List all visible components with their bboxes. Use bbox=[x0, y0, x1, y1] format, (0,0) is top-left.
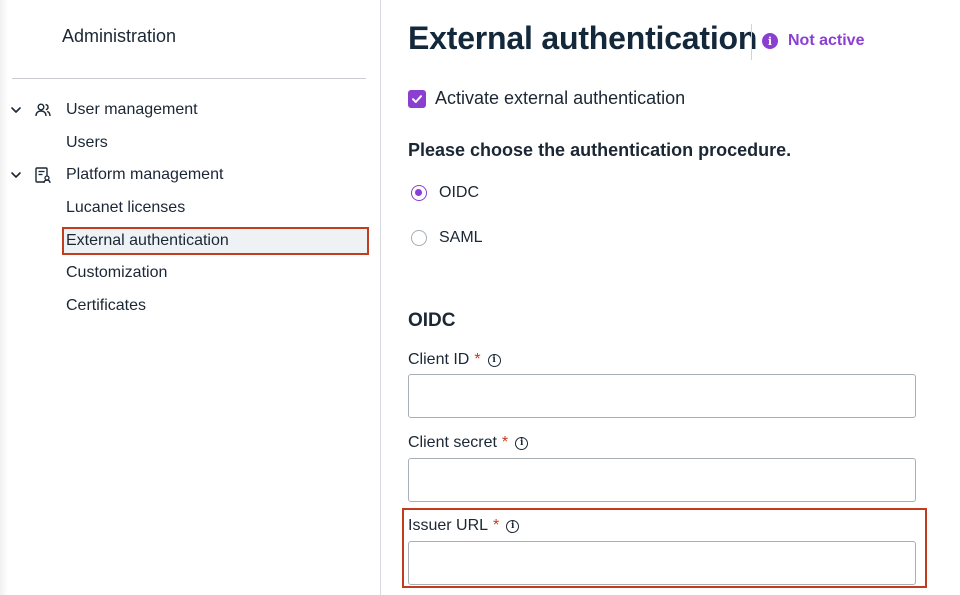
radio-button-selected[interactable] bbox=[411, 185, 427, 201]
info-icon: i bbox=[762, 33, 778, 49]
activate-label: Activate external authentication bbox=[435, 88, 686, 108]
activate-external-auth-checkbox[interactable]: Activate external authentication bbox=[408, 88, 685, 109]
required-asterisk: * bbox=[501, 434, 509, 451]
field-label-text: Issuer URL bbox=[408, 517, 489, 534]
radio-saml[interactable]: SAML bbox=[411, 229, 483, 247]
sidebar-shadow bbox=[0, 0, 8, 595]
sidebar-divider bbox=[12, 78, 366, 79]
checkmark-icon bbox=[412, 94, 422, 103]
info-icon[interactable]: i bbox=[487, 353, 501, 367]
chevron-down-icon[interactable] bbox=[9, 168, 23, 182]
client-secret-label: Client secret * i bbox=[408, 434, 529, 452]
status-text: Not active bbox=[788, 32, 865, 49]
checkbox-checked[interactable] bbox=[408, 89, 426, 108]
sidebar-item-certificates[interactable]: Certificates bbox=[62, 292, 369, 320]
client-id-label: Client ID * i bbox=[408, 351, 501, 369]
sidebar-title: Administration bbox=[62, 26, 177, 46]
issuer-url-label: Issuer URL * i bbox=[408, 517, 520, 535]
field-label-text: Client secret bbox=[408, 434, 497, 451]
required-asterisk: * bbox=[474, 351, 481, 368]
title-separator bbox=[751, 24, 752, 60]
sidebar-item-users[interactable]: Users bbox=[62, 129, 369, 157]
radio-label: SAML bbox=[439, 229, 483, 246]
issuer-url-input[interactable] bbox=[408, 541, 916, 585]
sidebar-item-lucanet-licenses[interactable]: Lucanet licenses bbox=[62, 194, 369, 222]
radio-button[interactable] bbox=[411, 230, 427, 246]
oidc-section-title: OIDC bbox=[408, 310, 456, 331]
radio-label: OIDC bbox=[439, 184, 479, 201]
page-title: External authentication bbox=[408, 20, 758, 56]
required-asterisk: * bbox=[493, 517, 500, 534]
sidebar-item-customization[interactable]: Customization bbox=[62, 259, 369, 287]
sidebar-item-external-authentication[interactable]: External authentication bbox=[62, 227, 369, 255]
sidebar-group-label: Platform management bbox=[66, 166, 224, 183]
sidebar-group-label: User management bbox=[66, 101, 198, 118]
sidebar: Administration User management Users Pla… bbox=[0, 0, 381, 595]
field-label-text: Client ID bbox=[408, 351, 470, 368]
info-icon[interactable]: i bbox=[515, 436, 529, 450]
client-id-input[interactable] bbox=[408, 374, 916, 418]
procedure-question: Please choose the authentication procedu… bbox=[408, 140, 792, 160]
status-badge: i Not active bbox=[762, 32, 864, 50]
radio-oidc[interactable]: OIDC bbox=[411, 184, 479, 202]
platform-settings-icon bbox=[35, 167, 51, 184]
client-secret-input[interactable] bbox=[408, 458, 916, 502]
chevron-down-icon[interactable] bbox=[9, 103, 23, 117]
info-icon[interactable]: i bbox=[506, 519, 520, 533]
users-icon bbox=[35, 103, 51, 117]
